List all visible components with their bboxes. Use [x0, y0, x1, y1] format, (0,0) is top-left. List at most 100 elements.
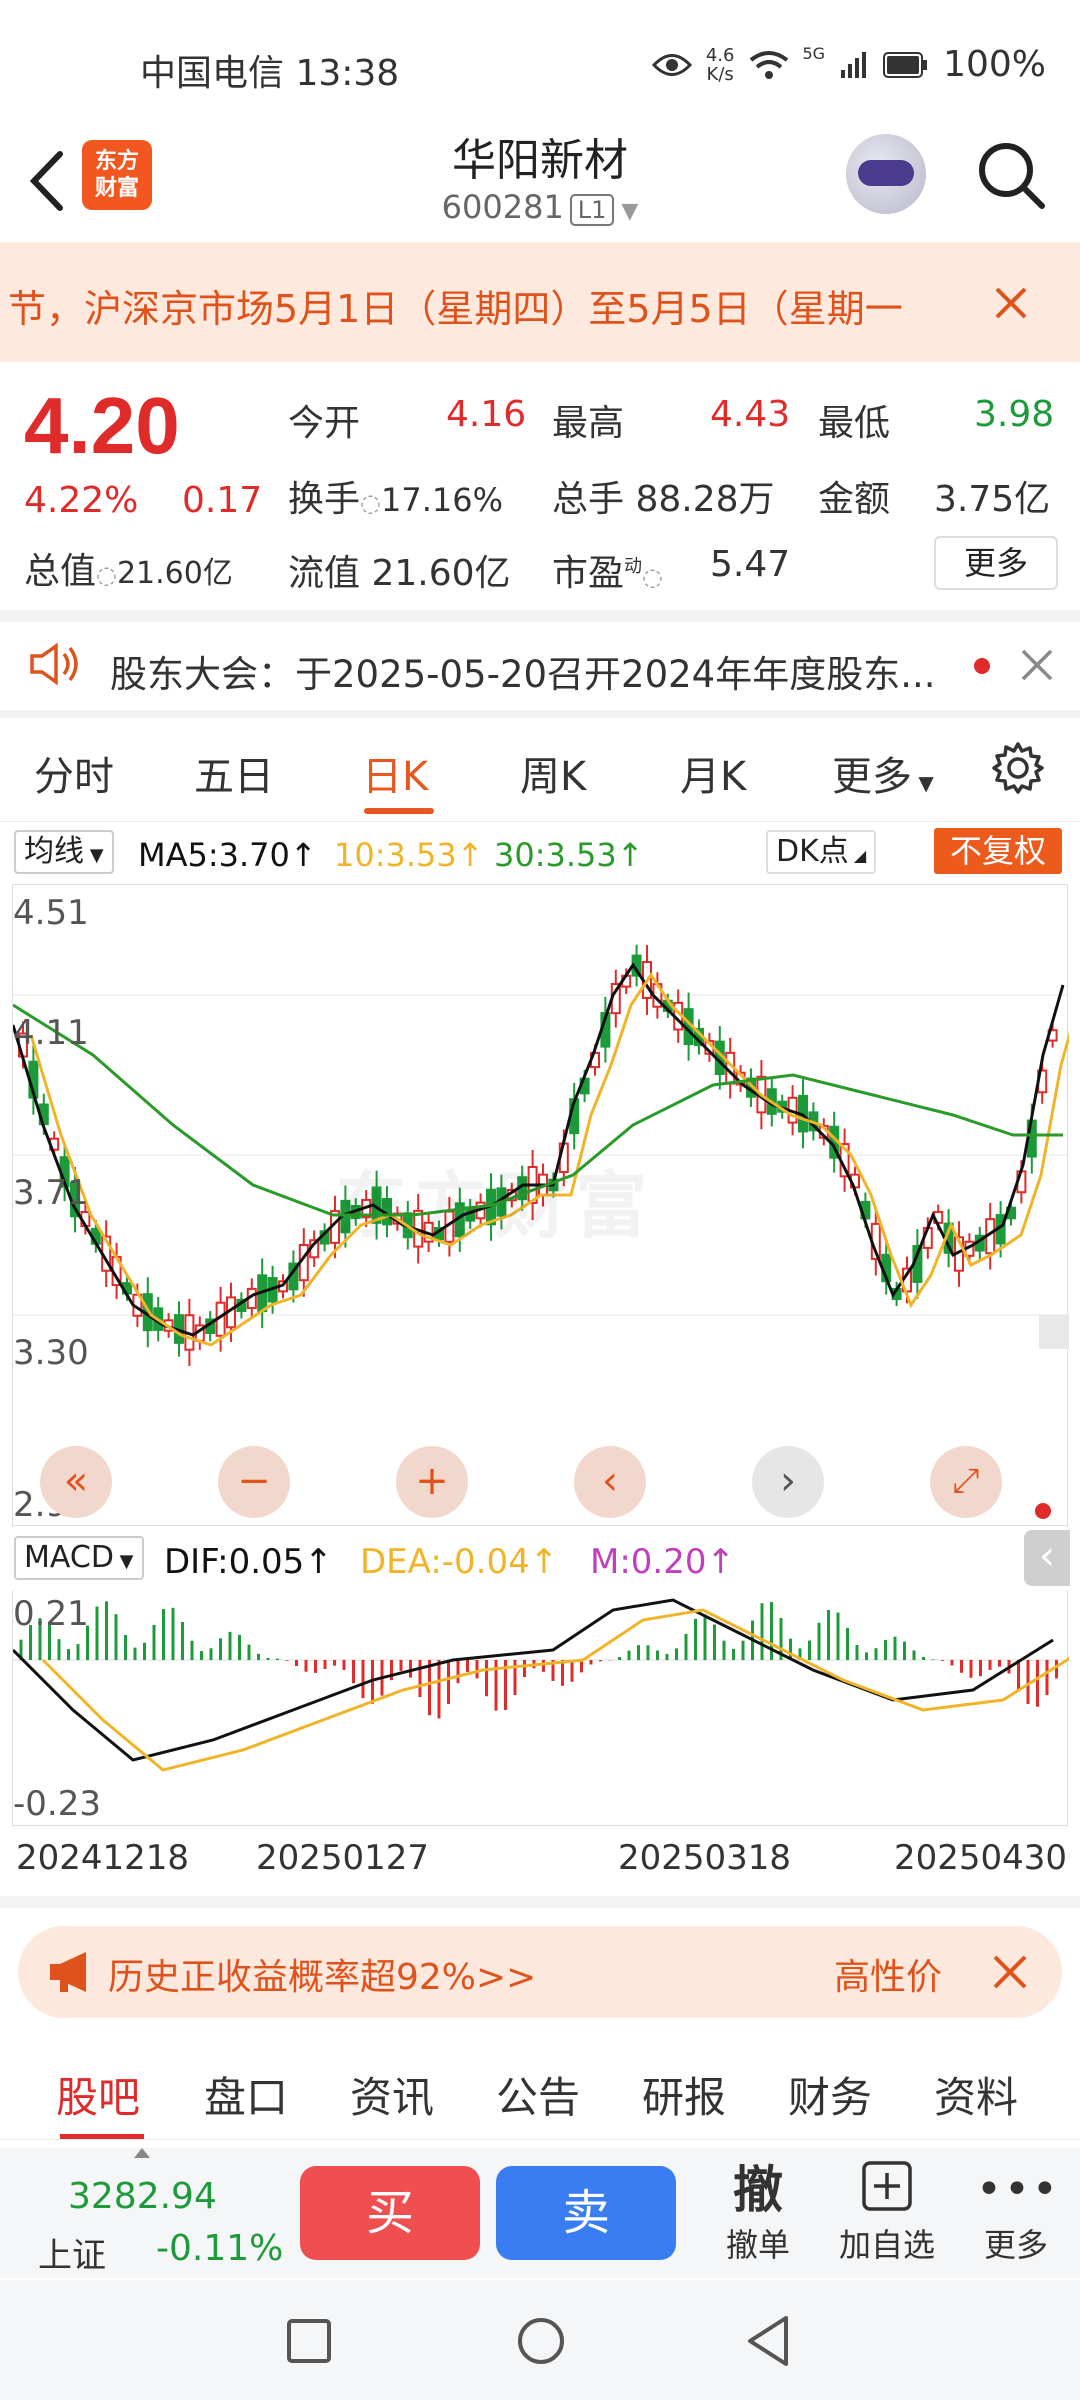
collapse-panel-icon[interactable]: ‹	[1024, 1530, 1070, 1586]
macd-chart[interactable]: 0.21 -0.23	[11, 1590, 1080, 1826]
home-icon[interactable]	[516, 2316, 566, 2366]
low-label: 最低	[818, 403, 891, 444]
dk-point-select[interactable]: DK点 ◢	[766, 830, 877, 874]
dif-line	[11, 1598, 1054, 1762]
float-value: 21.60亿	[371, 553, 511, 594]
tab-pankou[interactable]: 盘口	[204, 2064, 288, 2125]
ma30-label: 30:3.53↑	[494, 836, 644, 874]
float-label: 流值	[288, 553, 361, 594]
content-tabs: 股吧 盘口 资讯 公告 研报 财务 资料	[0, 2040, 1080, 2140]
dropdown-icon: ▼	[614, 199, 639, 224]
info-icon: ◌	[96, 561, 117, 589]
candlestick-chart[interactable]: 东方财富 4.51 4.11 3.71 3.30 2.90	[11, 884, 1080, 1526]
index-value[interactable]: 3282.94	[68, 2176, 217, 2217]
ma-select[interactable]: 均线 ▼	[14, 830, 114, 874]
market-value-label: 总值	[24, 551, 97, 592]
wifi-icon	[749, 50, 788, 79]
active-tab-underline	[364, 808, 434, 814]
plus-square-icon	[862, 2161, 912, 2211]
turnover-value: 17.16%	[380, 481, 503, 519]
adjust-button[interactable]: 不复权	[934, 828, 1062, 874]
unread-dot	[974, 658, 990, 674]
eye-icon	[651, 53, 692, 76]
low-value: 3.98	[974, 394, 1055, 435]
cancel-icon: 撤	[733, 2161, 783, 2219]
promo-right-text: 高性价	[834, 1957, 943, 1998]
recent-apps-icon[interactable]	[286, 2318, 332, 2364]
settings-gear-icon[interactable]	[990, 740, 1046, 796]
watermark: 东方财富	[335, 1164, 656, 1248]
carrier-time: 中国电信 13:38	[140, 53, 400, 94]
macd-svg	[11, 1598, 1080, 1772]
search-icon[interactable]	[976, 140, 1046, 210]
close-icon[interactable]	[1020, 648, 1054, 682]
cancel-order-button[interactable]: 撤 撤单	[718, 2160, 798, 2266]
sell-button[interactable]: 卖	[496, 2166, 676, 2260]
tab-weekly-k[interactable]: 周K	[520, 744, 586, 802]
pe-sup: 动	[624, 556, 643, 577]
open-label: 今开	[288, 403, 361, 444]
promo-banner[interactable]: 历史正收益概率超92%>> 高性价	[18, 1926, 1062, 2018]
buy-button[interactable]: 买	[300, 2166, 480, 2260]
period-tabs: 分时 五日 日K 周K 月K 更多 ▼	[0, 712, 1080, 822]
meeting-text[interactable]: 股东大会：于2025-05-20召开2024年年度股东...	[110, 644, 935, 698]
change-pct: 4.22%	[24, 480, 139, 521]
close-icon[interactable]	[992, 1954, 1028, 1990]
tab-daily-k[interactable]: 日K	[362, 744, 428, 802]
robot-avatar-icon[interactable]	[846, 134, 926, 214]
back-icon[interactable]	[744, 2314, 792, 2368]
tab-finance[interactable]: 财务	[788, 2064, 872, 2125]
tab-intraday[interactable]: 分时	[34, 744, 114, 802]
net-speed: 4.6 K/s	[705, 44, 735, 85]
dea-line	[41, 1608, 1080, 1772]
tab-more[interactable]: 更多 ▼	[832, 744, 934, 802]
macd-tick: -0.23	[13, 1784, 101, 1824]
zoom-out-button[interactable]: −	[218, 1446, 290, 1518]
level-badge: L1	[569, 194, 615, 226]
speaker-icon	[30, 642, 78, 686]
notice-text: 节，沪深京市场5月1日（星期四）至5月5日（星期一	[8, 287, 903, 331]
signal-label: 5G	[802, 44, 826, 63]
volume-value: 88.28万	[635, 479, 775, 520]
holiday-notice[interactable]: 节，沪深京市场5月1日（星期四）至5月5日（星期一	[0, 242, 1080, 362]
info-icon: ◌	[642, 563, 663, 591]
macd-select[interactable]: MACD ▼	[14, 1536, 144, 1580]
high-label: 最高	[552, 403, 625, 444]
tab-guba[interactable]: 股吧	[56, 2064, 140, 2125]
rewind-icon[interactable]: «	[40, 1446, 112, 1518]
more-button[interactable]: ••• 更多	[976, 2160, 1060, 2266]
cancel-label: 撤单	[725, 2226, 790, 2264]
index-change: -0.11%	[156, 2228, 284, 2269]
promo-text: 历史正收益概率超92%>>	[108, 1957, 537, 1998]
y-tick: 4.11	[13, 1013, 89, 1053]
expand-arrow-icon[interactable]	[134, 2148, 150, 2158]
signal-icon	[841, 51, 867, 78]
alert-dot	[1035, 1503, 1051, 1519]
dea-label: DEA:-0.04↑	[360, 1542, 559, 1582]
close-icon[interactable]	[994, 286, 1028, 320]
market-value: 21.60亿	[116, 556, 233, 591]
prev-button[interactable]: ‹	[574, 1446, 646, 1518]
tab-news[interactable]: 资讯	[350, 2064, 434, 2125]
index-name: 上证	[38, 2236, 106, 2276]
next-button[interactable]: ›	[752, 1446, 824, 1518]
tab-announcements[interactable]: 公告	[496, 2064, 580, 2125]
high-value: 4.43	[710, 394, 791, 435]
more-quote-button[interactable]: 更多	[934, 536, 1058, 590]
zoom-in-button[interactable]: +	[396, 1446, 468, 1518]
tab-profile[interactable]: 资料	[934, 2064, 1018, 2125]
ma5-label: MA5:3.70↑	[138, 836, 317, 874]
divider	[0, 1896, 1080, 1908]
add-fav-label: 加自选	[838, 2226, 935, 2264]
ma10-label: 10:3.53↑	[334, 836, 484, 874]
tab-research[interactable]: 研报	[642, 2064, 726, 2125]
tab-monthly-k[interactable]: 月K	[680, 744, 746, 802]
x-tick: 20250318	[618, 1838, 792, 1878]
add-favorite-button[interactable]: 加自选	[832, 2160, 942, 2266]
y-tick: 4.51	[13, 893, 89, 933]
more-dots-icon: •••	[976, 2164, 1060, 2215]
tab-five-day[interactable]: 五日	[194, 744, 274, 802]
divider	[0, 610, 1080, 622]
fullscreen-icon[interactable]: ⤢	[930, 1446, 1002, 1518]
battery-text: 100%	[943, 44, 1046, 85]
